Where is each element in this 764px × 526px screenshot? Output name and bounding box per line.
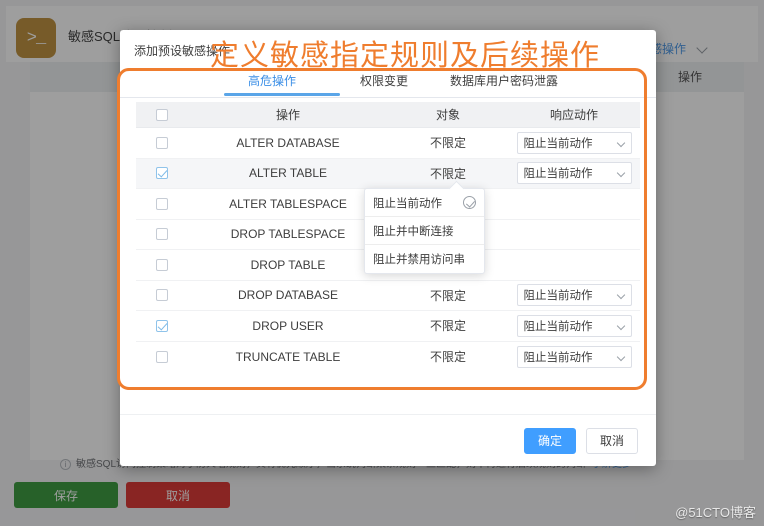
table-row[interactable]: ALTER DATABASE 不限定 阻止当前动作: [136, 128, 640, 159]
response-action-select[interactable]: 阻止当前动作: [516, 284, 632, 307]
row-action-cell: 阻止当前动作: [508, 223, 640, 245]
row-action-cell: 阻止当前动作: [508, 284, 640, 307]
row-action-cell: 阻止当前动作: [508, 131, 640, 154]
row-action-cell: 阻止当前动作: [508, 162, 640, 185]
row-checkbox-cell: [136, 228, 188, 241]
watermark: @51CTO博客: [675, 505, 756, 520]
response-action-value: 阻止当前动作: [523, 351, 593, 364]
row-checkbox-cell: [136, 289, 188, 302]
chevron-down-icon: [616, 321, 625, 330]
row-checkbox-cell: [136, 167, 188, 180]
row-checkbox[interactable]: [156, 197, 168, 210]
row-operation: DROP DATABASE: [237, 288, 339, 303]
response-action-value: 阻止当前动作: [523, 290, 593, 303]
row-operation: ALTER TABLE: [248, 166, 328, 181]
row-checkbox[interactable]: [156, 228, 168, 241]
annotation-text: 定义敏感指定规则及后续操作: [210, 40, 601, 72]
row-operation: DROP TABLE: [250, 257, 326, 272]
row-checkbox[interactable]: [156, 136, 168, 149]
row-checkbox-cell: [136, 136, 188, 149]
check-circle-icon: [463, 196, 476, 209]
response-action-select[interactable]: 阻止当前动作: [516, 345, 632, 368]
chevron-down-icon: [616, 352, 625, 361]
row-action-cell: 阻止当前动作: [508, 193, 640, 215]
dropdown-option-block-and-disconnect[interactable]: 阻止并中断连接: [365, 217, 484, 245]
tab-privilege-change[interactable]: 权限变更: [360, 72, 408, 96]
response-action-value: 阻止当前动作: [523, 320, 593, 333]
row-action-cell: 阻止当前动作: [508, 314, 640, 337]
table-row[interactable]: DROP DATABASE 不限定 阻止当前动作: [136, 281, 640, 311]
dropdown-option-label: 阻止并禁用访问串: [373, 254, 465, 266]
row-object: 不限定: [429, 350, 466, 365]
dialog-cancel-button[interactable]: 取消: [586, 427, 638, 454]
row-object: 不限定: [429, 319, 466, 334]
row-checkbox[interactable]: [156, 319, 168, 332]
column-header-action: 响应动作: [549, 108, 598, 122]
row-operation: DROP TABLESPACE: [230, 227, 346, 242]
row-object: 不限定: [429, 288, 466, 303]
chevron-down-icon: [616, 138, 625, 147]
dropdown-option-label: 阻止并中断连接: [373, 225, 454, 238]
confirm-button[interactable]: 确定: [524, 427, 576, 454]
dialog-tabs: 高危操作 权限变更 数据库用户密码泄露: [120, 70, 656, 98]
table-header-row: 操作 对象 响应动作: [136, 102, 640, 128]
row-checkbox[interactable]: [156, 289, 168, 302]
response-action-select[interactable]: 阻止当前动作: [516, 314, 632, 337]
dialog-footer: 确定 取消: [120, 414, 656, 466]
dropdown-option-block-and-disable-access-string[interactable]: 阻止并禁用访问串: [365, 245, 484, 273]
response-action-value: 阻止当前动作: [523, 168, 593, 181]
table-row[interactable]: ALTER TABLE 不限定 阻止当前动作: [136, 158, 640, 189]
response-action-select[interactable]: 阻止当前动作: [516, 131, 632, 154]
row-operation: DROP USER: [252, 318, 324, 333]
response-action-dropdown-menu[interactable]: 阻止当前动作 阻止并中断连接 阻止并禁用访问串: [364, 188, 485, 274]
row-checkbox-cell: [136, 197, 188, 210]
row-object: 不限定: [429, 166, 466, 181]
row-operation: TRUNCATE TABLE: [235, 349, 341, 364]
response-action-select-open[interactable]: 阻止当前动作: [516, 162, 632, 185]
row-operation: ALTER DATABASE: [236, 135, 340, 150]
column-header-operation: 操作: [275, 108, 300, 122]
row-checkbox[interactable]: [156, 167, 168, 180]
dropdown-option-block-current-action[interactable]: 阻止当前动作: [365, 189, 484, 217]
response-action-value: 阻止当前动作: [523, 137, 593, 150]
row-checkbox-cell: [136, 319, 188, 332]
row-checkbox[interactable]: [156, 258, 168, 271]
row-action-cell: 阻止当前动作: [508, 345, 640, 368]
dropdown-option-label: 阻止当前动作: [373, 197, 442, 210]
table-row[interactable]: DROP USER 不限定 阻止当前动作: [136, 311, 640, 342]
chevron-down-icon: [616, 169, 625, 178]
tab-db-user-password-leak[interactable]: 数据库用户密码泄露: [450, 72, 558, 96]
select-all-checkbox[interactable]: [156, 108, 168, 121]
row-checkbox-cell: [136, 258, 188, 271]
select-all-cell: [136, 108, 188, 121]
row-checkbox-cell: [136, 350, 188, 363]
column-header-object: 对象: [435, 108, 460, 122]
chevron-down-icon: [616, 291, 625, 300]
row-operation: ALTER TABLESPACE: [229, 196, 347, 211]
table-row[interactable]: TRUNCATE TABLE 不限定 阻止当前动作: [136, 342, 640, 373]
active-tab-indicator: [224, 93, 340, 96]
row-action-cell: 阻止当前动作: [508, 254, 640, 276]
row-checkbox[interactable]: [156, 350, 168, 363]
row-object: 不限定: [429, 136, 466, 151]
